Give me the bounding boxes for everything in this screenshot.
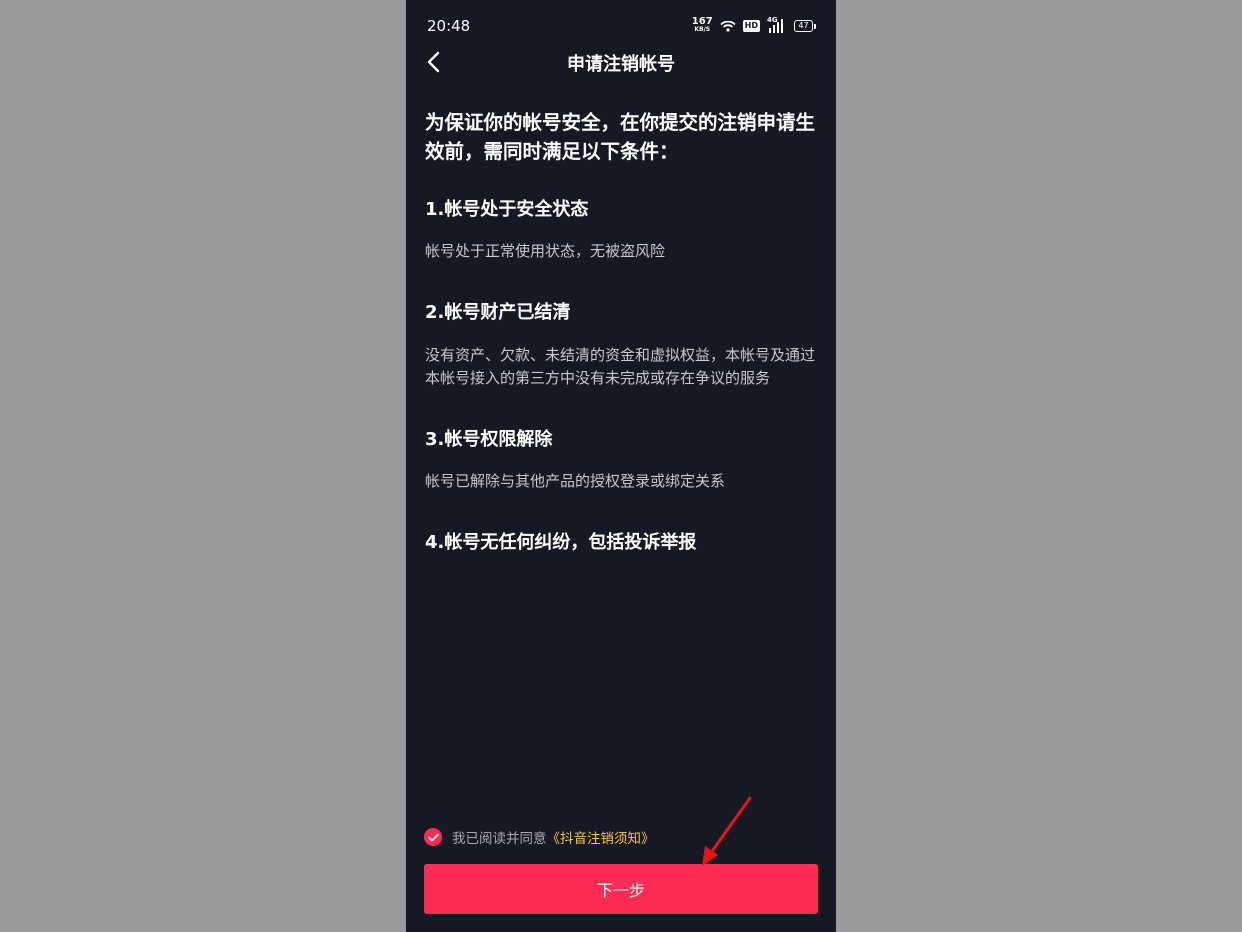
condition-desc-3: 帐号已解除与其他产品的授权登录或绑定关系 [425,472,726,490]
condition-desc-1: 帐号处于正常使用状态，无被盗风险 [425,242,666,260]
checkmark-icon [427,833,439,841]
condition-title-2: 2.帐号财产已结清 [425,302,571,323]
network-speed: 167 KB/S [691,16,713,34]
intro-text: 为保证你的帐号安全，在你提交的注销申请生效前，需同时满足以下条件： [425,111,816,163]
wifi-icon [720,20,736,32]
condition-desc-2: 没有资产、欠款、未结清的资金和虚拟权益，本帐号及通过本帐号接入的第三方中没有未完… [425,346,816,387]
condition-title-4: 4.帐号无任何纠纷，包括投诉举报 [425,532,697,553]
page-title: 申请注销帐号 [567,54,675,75]
agreement-text: 我已阅读并同意 [452,831,547,847]
signal-icon: 4G [767,16,787,33]
annotation-arrow-icon [702,796,752,866]
cancellation-notice-link[interactable]: 《抖音注销须知》 [547,827,655,847]
next-step-button[interactable]: 下一步 [424,864,818,914]
agreement-checkbox[interactable] [424,828,442,846]
phone-screen: 20:48 167 KB/S HD 4G 47 申请注销帐号 为保证你的帐号安全… [406,0,836,932]
conditions-content: 为保证你的帐号安全，在你提交的注销申请生效前，需同时满足以下条件： 1.帐号处于… [425,108,820,556]
battery-level: 47 [794,20,813,32]
condition-title-1: 1.帐号处于安全状态 [425,199,589,220]
status-icons: 167 KB/S HD 4G 47 [691,16,816,35]
agreement-row: 我已阅读并同意 《抖音注销须知》 [424,827,655,847]
status-bar: 20:48 167 KB/S HD 4G 47 [406,0,836,48]
battery-icon: 47 [794,20,816,32]
hd-badge: HD [742,20,760,32]
status-time: 20:48 [427,17,471,35]
nav-bar: 申请注销帐号 [406,44,836,80]
condition-title-3: 3.帐号权限解除 [425,429,553,450]
